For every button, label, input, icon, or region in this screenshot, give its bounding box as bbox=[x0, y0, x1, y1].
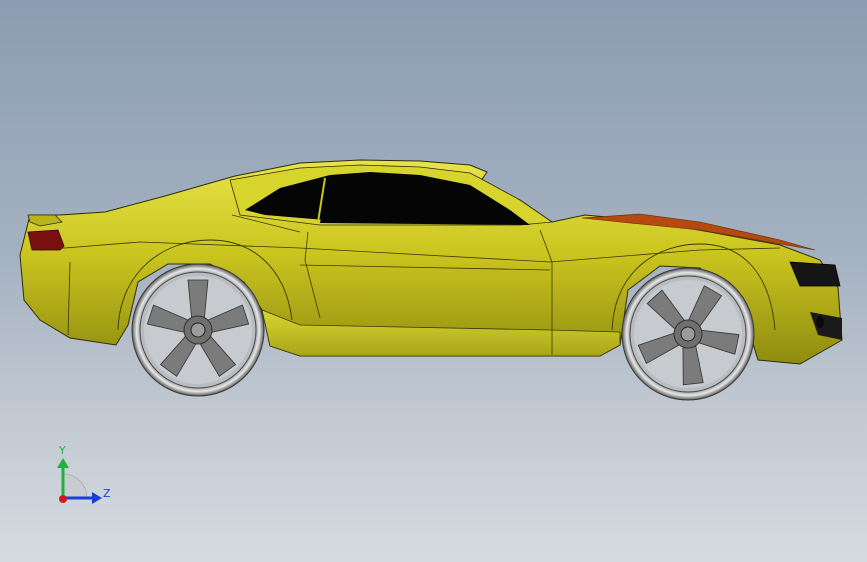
triad-z-label: Z bbox=[103, 487, 111, 500]
triad-y-label: Y bbox=[59, 444, 66, 457]
graphics-viewport[interactable]: Y Z bbox=[0, 0, 867, 562]
view-orientation-triad[interactable]: Y Z bbox=[40, 440, 130, 520]
triad-axes-icon bbox=[57, 458, 102, 504]
tail-light bbox=[27, 229, 65, 251]
rear-wheel[interactable] bbox=[131, 263, 265, 397]
car-model[interactable] bbox=[0, 0, 867, 562]
